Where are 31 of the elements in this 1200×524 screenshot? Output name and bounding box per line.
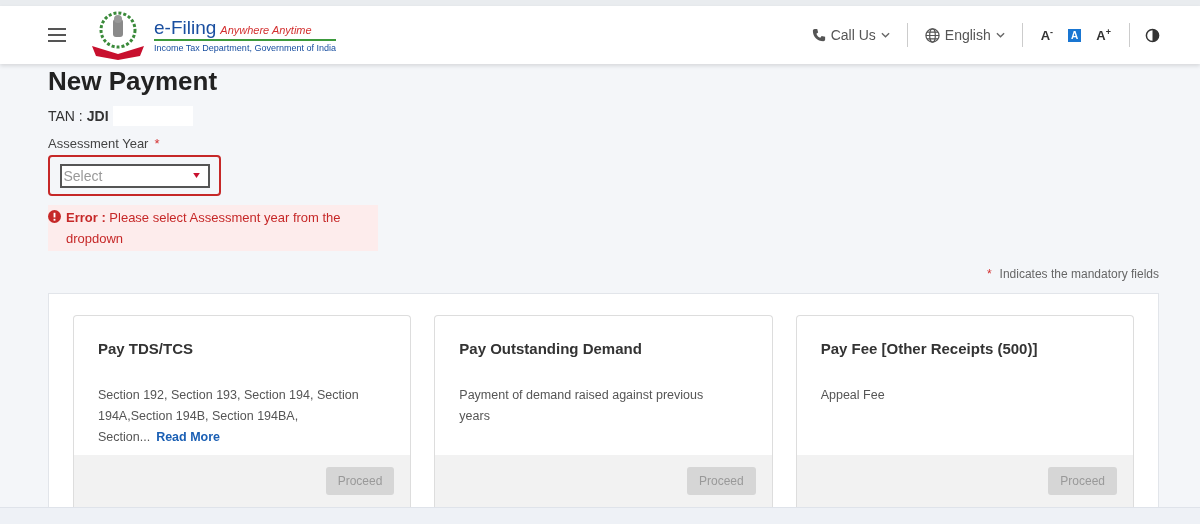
call-us-button[interactable]: Call Us	[803, 27, 898, 43]
caret-icon	[192, 173, 200, 178]
brand-name: e-Filing	[154, 17, 217, 39]
error-text: Error : Please select Assessment year from the dropdown	[66, 209, 342, 248]
card-description: Section 192, Section 193, Section 194, Section 194A,Section 194B, Section 194BA, Section... Read More	[98, 387, 360, 446]
department-name: Income Tax Department, Government of India	[154, 43, 336, 53]
tan-label: TAN :	[48, 108, 83, 124]
select-placeholder: Select	[63, 167, 103, 184]
card-description: Appeal Fee	[820, 387, 886, 404]
tan-value: JDI	[86, 108, 109, 124]
page-title: New Payment	[48, 66, 219, 96]
card-description: Payment of demand raised against previous years	[459, 387, 705, 425]
globe-icon	[924, 27, 940, 43]
required-mark: *	[986, 267, 992, 281]
required-mark: *	[154, 136, 160, 151]
card-title: Pay TDS/TCS	[98, 340, 195, 357]
card-title: Pay Fee [Other Receipts (500)]	[820, 340, 1039, 357]
font-size-button[interactable]: A$^{+}$	[1093, 25, 1114, 45]
chevron-down-icon	[880, 32, 890, 38]
mandatory-note: Indicates the mandatory fields	[999, 267, 1159, 281]
card-title: Pay Outstanding Demand	[459, 340, 643, 357]
font-size-button[interactable]: A	[1068, 28, 1082, 42]
language-selector[interactable]: English	[916, 27, 1013, 43]
font-size-button[interactable]: A$^{-}$	[1037, 25, 1057, 45]
chevron-down-icon	[995, 32, 1005, 38]
error-icon	[48, 210, 61, 223]
tagline: Anywhere Anytime	[220, 24, 312, 36]
phone-icon	[811, 28, 826, 42]
menu-icon[interactable]	[48, 28, 66, 42]
contrast-icon[interactable]	[1145, 27, 1160, 43]
field-label: Assessment Year	[48, 136, 149, 151]
